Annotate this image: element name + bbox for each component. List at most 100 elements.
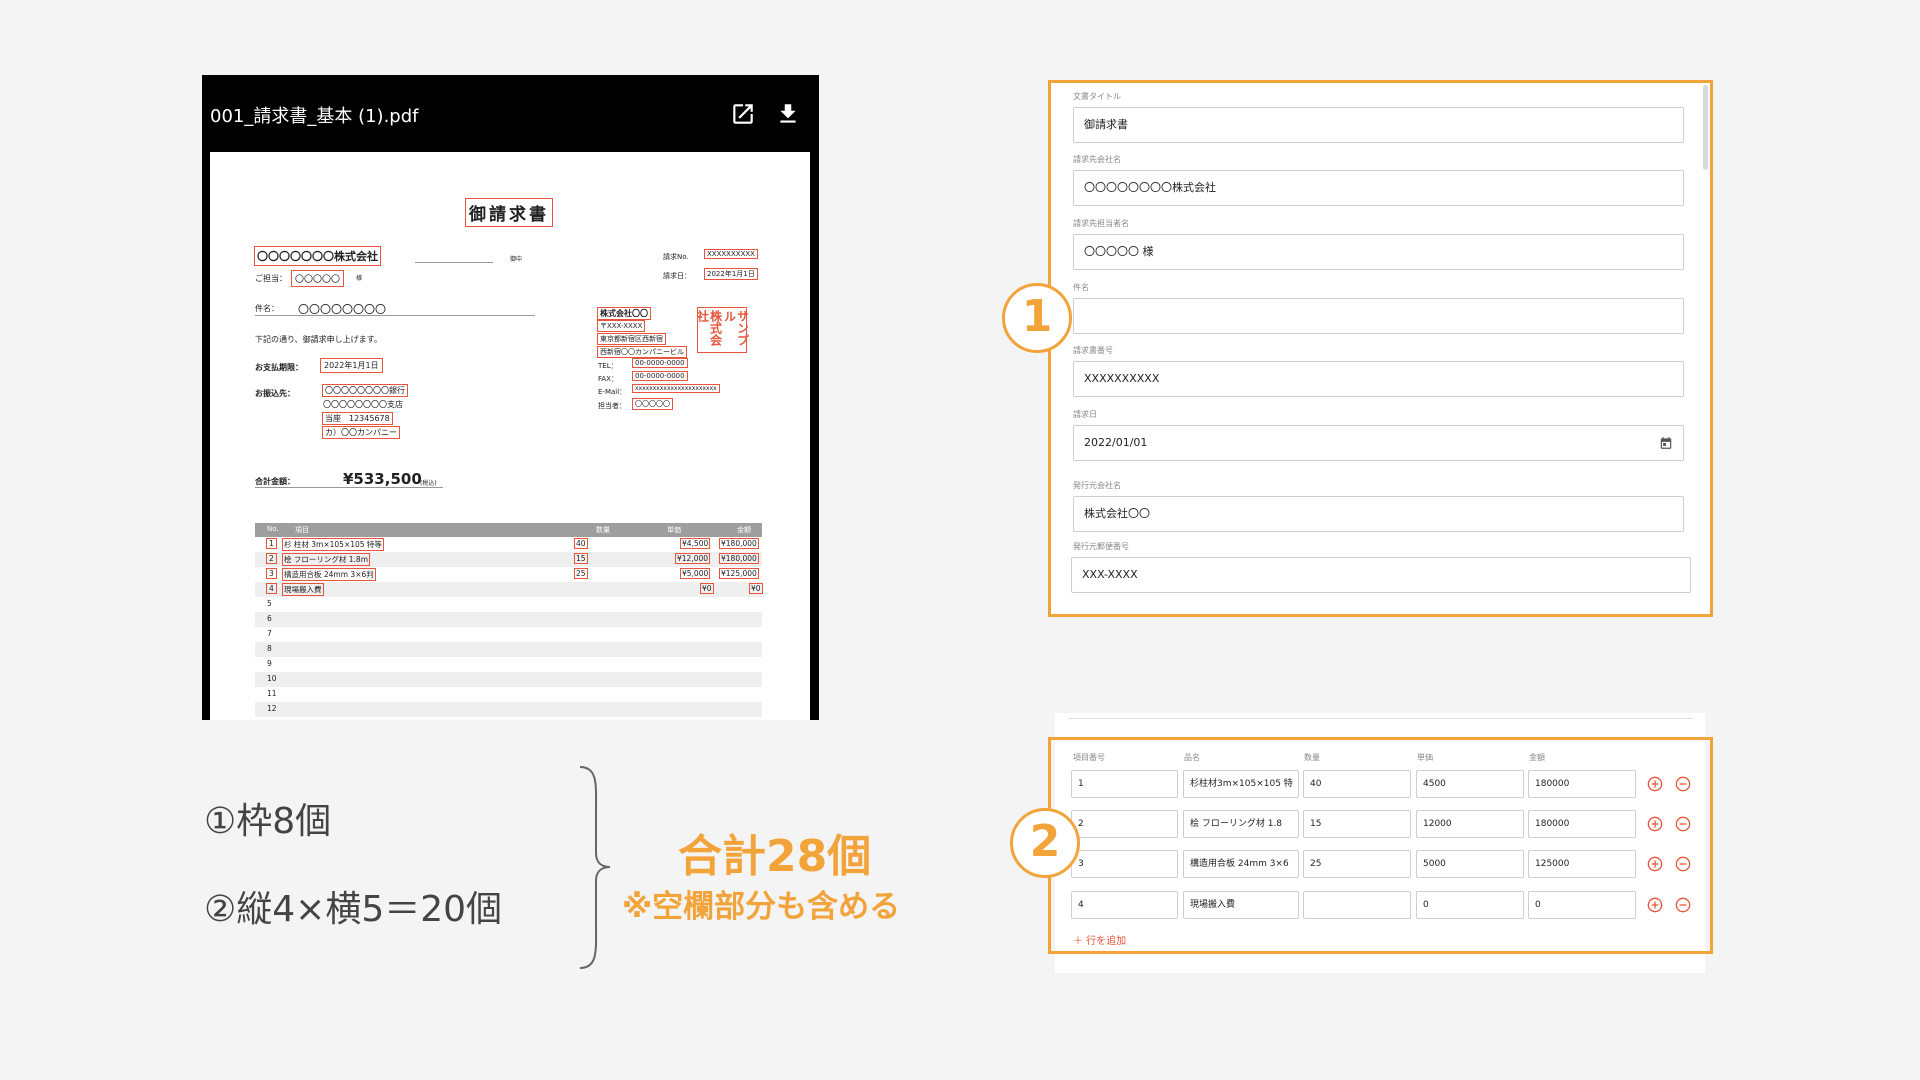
invoice-date: 2022年1月1日 — [704, 268, 758, 280]
line-item-cell[interactable]: 構造用合板 24mm 3×6 — [1183, 850, 1299, 878]
tax-note: (税込) — [420, 480, 437, 487]
add-circle-icon[interactable] — [1647, 816, 1663, 832]
client-company-input[interactable]: 〇〇〇〇〇〇〇〇株式会社 — [1073, 170, 1684, 206]
invoice-date-value: 2022/01/01 — [1084, 436, 1148, 449]
cell-unit: ¥12,000 — [674, 553, 711, 564]
brace-icon — [579, 766, 611, 969]
issuer-company: 株式会社〇〇 — [597, 307, 651, 320]
remove-circle-icon[interactable] — [1675, 856, 1691, 872]
remove-circle-icon[interactable] — [1675, 816, 1691, 832]
cell-item: 桧 フローリング材 1.8m — [281, 553, 371, 566]
add-circle-icon[interactable] — [1647, 897, 1663, 913]
invoice-date-label: 請求日： — [663, 272, 691, 280]
cell-no: 8 — [267, 644, 272, 653]
line-item-cell[interactable]: 現場搬入費 — [1183, 891, 1299, 919]
invoice-title: 御請求書 — [465, 198, 553, 227]
total-amount: ¥533,500 — [343, 470, 422, 488]
line-items-form-panel: 項目番号 品名 数量 単価 金額 ＋ 行を追加 1 杉柱材3m×105×105 特… — [1048, 737, 1713, 954]
doc-title-input[interactable]: 御請求書 — [1073, 107, 1684, 143]
doc-title-label: 文書タイトル — [1073, 92, 1121, 101]
invoice-no-label: 請求No. — [663, 253, 689, 261]
invoice-date-input[interactable]: 2022/01/01 — [1073, 425, 1684, 461]
issuer-zip: 〒XXX-XXXX — [596, 320, 646, 332]
subject-value: 〇〇〇〇〇〇〇〇 — [298, 303, 386, 316]
greeting-text: 下記の通り、御請求申し上げます。 — [255, 335, 382, 344]
line-item-cell[interactable]: 25 — [1303, 850, 1411, 878]
add-circle-icon[interactable] — [1647, 856, 1663, 872]
download-icon[interactable] — [775, 101, 801, 127]
issuer-address-1: 東京都新宿区西新宿 — [597, 333, 666, 345]
line-item-cell[interactable]: 3 — [1071, 850, 1178, 878]
col-head-no: 項目番号 — [1073, 753, 1105, 762]
bank-line-2: 〇〇〇〇〇〇〇〇支店 — [323, 400, 403, 409]
cell-item: 構造用合板 24mm 3×6判 — [282, 568, 376, 581]
table-row: 7 — [255, 627, 762, 642]
add-row-button[interactable]: ＋ 行を追加 — [1073, 932, 1126, 947]
line-item-cell[interactable]: 180000 — [1528, 770, 1636, 798]
open-in-new-icon[interactable] — [730, 101, 756, 127]
line-item-cell[interactable]: 1 — [1071, 770, 1178, 798]
line-item-cell[interactable]: 125000 — [1528, 850, 1636, 878]
cell-unit: ¥5,000 — [679, 568, 711, 579]
issuer-company-label: 発行元会社名 — [1073, 481, 1121, 490]
issuer-zip-input[interactable]: XXX-XXXX — [1071, 557, 1691, 593]
bank-line-3: 当座 12345678 — [322, 412, 393, 425]
line-item-cell[interactable]: 0 — [1416, 891, 1524, 919]
pdf-page: 御請求書 〇〇〇〇〇〇〇株式会社 御中 ご担当： 〇〇〇〇〇 様 件名： 〇〇〇… — [210, 152, 810, 720]
client-contact-input[interactable]: 〇〇〇〇〇 様 — [1073, 234, 1684, 270]
tel-label: TEL： — [598, 362, 618, 370]
email-label: E-Mail： — [598, 388, 627, 396]
line-item-cell[interactable]: 12000 — [1416, 810, 1524, 838]
cell-no: 11 — [267, 689, 277, 698]
line-item-cell[interactable]: 杉柱材3m×105×105 特 — [1183, 770, 1299, 798]
cell-unit: ¥0 — [700, 583, 714, 594]
cell-no: 5 — [267, 599, 272, 608]
issuer-company-input[interactable]: 株式会社〇〇 — [1073, 496, 1684, 532]
invoice-number-input[interactable]: XXXXXXXXXX — [1073, 361, 1684, 397]
cell-amount: ¥180,000 — [719, 553, 759, 564]
cell-no: 2 — [266, 553, 277, 564]
client-contact-value: 〇〇〇〇〇 様 — [1084, 245, 1154, 258]
subject-input[interactable] — [1073, 298, 1684, 334]
col-head-qty: 数量 — [1304, 753, 1320, 762]
marker-one: 1 — [1002, 283, 1072, 353]
remove-circle-icon[interactable] — [1675, 897, 1691, 913]
issuer-address-2: 西新宿〇〇カンパニービル — [597, 346, 687, 358]
line-item-cell[interactable]: 5000 — [1416, 850, 1524, 878]
table-row: 2 桧 フローリング材 1.8m 15 ¥12,000 ¥180,000 — [255, 552, 762, 567]
client-company-label: 請求先会社名 — [1073, 155, 1121, 164]
table-row: 6 — [255, 612, 762, 627]
line-item-cell[interactable]: 180000 — [1528, 810, 1636, 838]
email-value: xxxxxxxxxxxxxxxxxxxxxxx — [632, 384, 720, 393]
count-note-2: ②縦4×横5＝20個 — [204, 889, 503, 930]
pdf-filename: 001_請求書_基本 (1).pdf — [210, 106, 419, 127]
table-row: 11 — [255, 687, 762, 702]
line-item-cell[interactable]: 40 — [1303, 770, 1411, 798]
due-label: お支払期限： — [255, 363, 303, 372]
form-scrollbar[interactable] — [1703, 85, 1708, 170]
cell-no: 10 — [267, 674, 277, 683]
calendar-icon[interactable] — [1659, 436, 1673, 450]
issuer-zip-value: XXX-XXXX — [1082, 568, 1138, 581]
bank-line-4: カ）〇〇カンパニー — [322, 426, 400, 439]
line-item-cell[interactable]: 桧 フローリング材 1.8 — [1183, 810, 1299, 838]
line-item-cell[interactable]: 4500 — [1416, 770, 1524, 798]
add-circle-icon[interactable] — [1647, 776, 1663, 792]
line-item-cell[interactable]: 0 — [1528, 891, 1636, 919]
count-note-1: ①枠8個 — [204, 801, 332, 842]
line-item-cell[interactable] — [1303, 891, 1411, 919]
invoice-form-panel: 文書タイトル 御請求書 請求先会社名 〇〇〇〇〇〇〇〇株式会社 請求先担当者名 〇〇〇〇〇… — [1048, 80, 1713, 617]
line-item-cell[interactable]: 2 — [1071, 810, 1178, 838]
line-item-cell[interactable]: 15 — [1303, 810, 1411, 838]
viewer-toolbar: 001_請求書_基本 (1).pdf — [202, 75, 819, 150]
table-row: 8 — [255, 642, 762, 657]
marker-two: 2 — [1010, 808, 1080, 878]
invoice-number-label: 請求書番号 — [1073, 346, 1113, 355]
issuer-company-value: 株式会社〇〇 — [1084, 507, 1150, 520]
cell-no: 3 — [266, 568, 277, 579]
remove-circle-icon[interactable] — [1675, 776, 1691, 792]
line-item-cell[interactable]: 4 — [1071, 891, 1178, 919]
staff-label: 担当者： — [598, 402, 626, 410]
total-label: 合計金額： — [255, 477, 295, 486]
col-head-amount: 金額 — [1529, 753, 1545, 762]
